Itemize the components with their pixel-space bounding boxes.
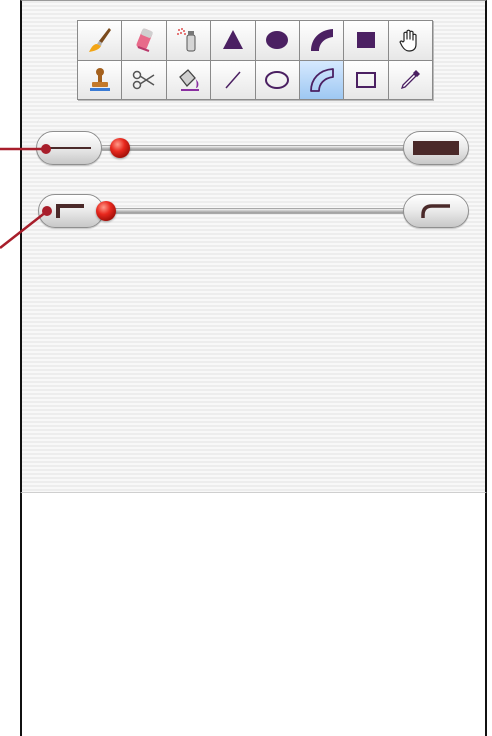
callout-lines <box>0 144 52 249</box>
callout-dot-width <box>41 144 51 154</box>
callout-dot-corner <box>42 206 52 216</box>
callout-line-corner <box>0 211 47 249</box>
